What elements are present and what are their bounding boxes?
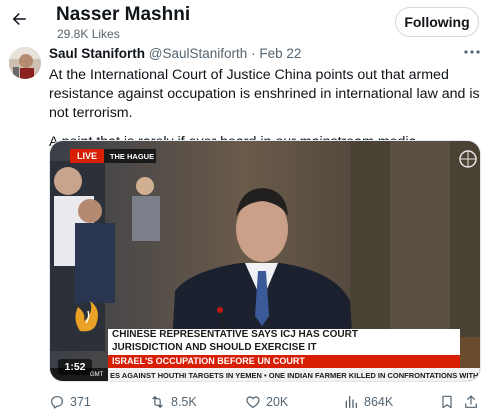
headline-line-2: JURISDICTION AND SHOULD EXERCISE IT — [112, 341, 317, 353]
headline-line-1: CHINESE REPRESENTATIVE SAYS ICJ HAS COUR… — [112, 329, 358, 340]
tweet-text-paragraph-1: At the International Court of Justice Ch… — [49, 67, 480, 121]
share-button[interactable] — [463, 392, 479, 412]
video-duration: 1:52 — [64, 361, 86, 373]
profile-header: Nasser Mashni 29.8K Likes Following — [0, 0, 487, 42]
author-handle[interactable]: @SaulStaniforth — [149, 46, 248, 61]
reply-count: 371 — [70, 395, 91, 409]
share-icon — [465, 395, 477, 408]
views-button[interactable]: 864K — [343, 392, 393, 412]
author-name[interactable]: Saul Staniforth — [49, 46, 145, 61]
like-count: 20K — [266, 395, 289, 409]
heart-icon — [246, 396, 260, 408]
repost-button[interactable]: 8.5K — [149, 392, 197, 412]
more-options-button[interactable] — [462, 44, 482, 60]
analytics-icon — [345, 396, 357, 408]
bookmark-button[interactable] — [439, 392, 455, 412]
back-button[interactable] — [8, 8, 30, 30]
tweet-actions: 371 8.5K 20K 864K — [49, 392, 481, 414]
tweet-header: Saul Staniforth @SaulStaniforth · Feb 22 — [49, 46, 459, 61]
separator-dot: · — [251, 46, 256, 61]
live-label: LIVE — [76, 151, 97, 161]
repost-count: 8.5K — [171, 395, 197, 409]
likes-count: 29.8K Likes — [57, 27, 120, 41]
bookmark-icon — [442, 395, 452, 409]
more-icon — [464, 50, 480, 54]
reply-icon — [51, 396, 63, 409]
headline-banner: ISRAEL'S OCCUPATION BEFORE UN COURT — [112, 356, 305, 366]
avatar-image — [9, 47, 41, 79]
following-button[interactable]: Following — [395, 7, 479, 37]
arrow-left-icon — [12, 13, 26, 25]
location-label: THE HAGUE — [109, 152, 155, 161]
repost-icon — [152, 396, 163, 408]
profile-name: Nasser Mashni — [56, 4, 191, 25]
news-ticker: ES AGAINST HOUTHI TARGETS IN YEMEN • ONE… — [110, 371, 479, 380]
video-player[interactable]: LIVE THE HAGUE CHINESE REPRESENTATIVE SA… — [49, 140, 481, 382]
like-button[interactable]: 20K — [245, 392, 288, 412]
reply-button[interactable]: 371 — [49, 392, 91, 412]
time-label: GMT — [90, 372, 104, 378]
tweet-date[interactable]: Feb 22 — [259, 46, 301, 61]
headline-text: CHINESE REPRESENTATIVE SAYS ICJ HAS COUR… — [112, 329, 460, 354]
views-count: 864K — [364, 395, 394, 409]
avatar[interactable] — [9, 47, 41, 79]
